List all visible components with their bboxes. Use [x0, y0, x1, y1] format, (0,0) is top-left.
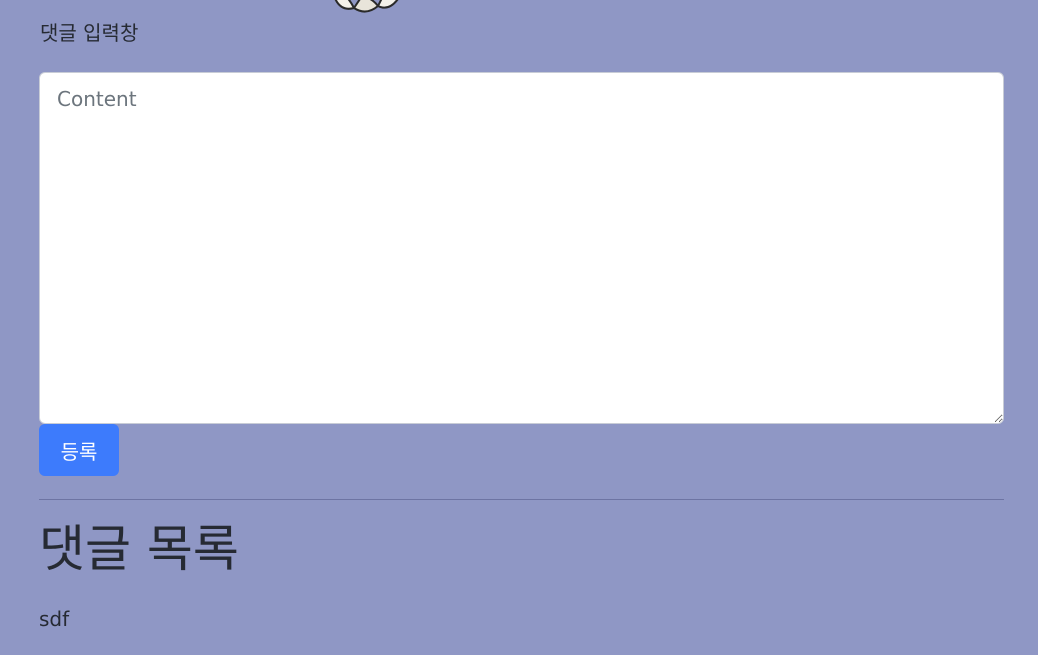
- section-divider: [39, 499, 1004, 500]
- comment-input-label: 댓글 입력창: [40, 21, 139, 45]
- comment-item: sdf: [39, 607, 70, 631]
- submit-comment-button[interactable]: 등록: [39, 424, 119, 476]
- comment-list-title: 댓글 목록: [39, 520, 239, 578]
- comment-content-textarea[interactable]: [39, 72, 1004, 424]
- cartoon-decoration-image: [334, 0, 399, 13]
